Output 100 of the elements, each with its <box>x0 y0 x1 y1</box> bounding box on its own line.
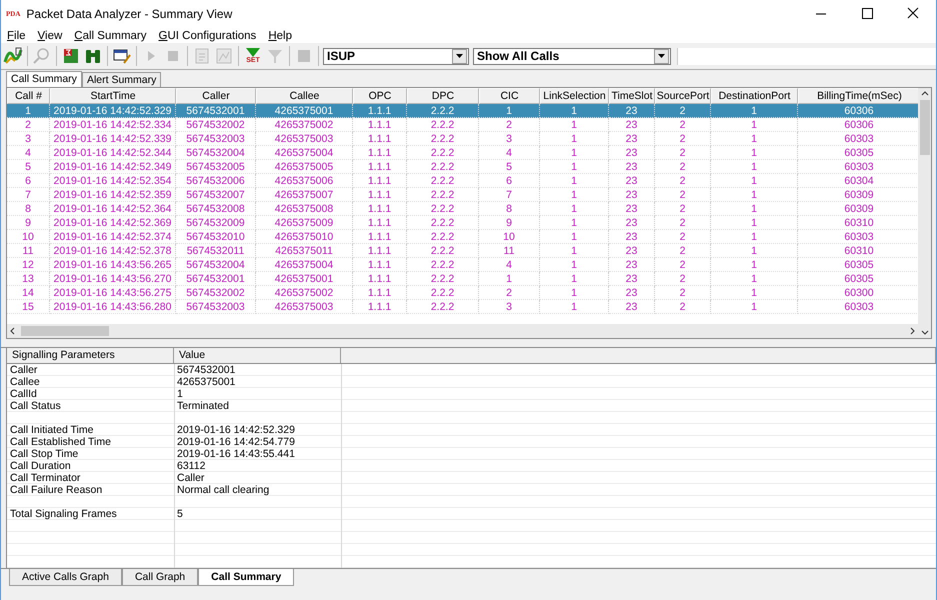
table-cell: 4265375003 <box>256 132 353 146</box>
table-cell: 1 <box>540 118 609 132</box>
tab[interactable]: Call Summary <box>198 569 294 586</box>
table-cell: 1 <box>540 188 609 202</box>
table-cell: 2019-01-16 14:42:52.329 <box>50 104 176 118</box>
parameter-name: Callee <box>10 376 40 388</box>
column-header[interactable]: TimeSlot <box>609 88 655 104</box>
parameter-name: Call Terminator <box>10 472 80 484</box>
table-cell: 5674532002 <box>176 118 256 132</box>
table-cell: 2 <box>655 244 711 258</box>
table-cell: 23 <box>609 286 655 300</box>
table-cell: 1 <box>540 300 609 314</box>
table-cell: 23 <box>609 230 655 244</box>
table-cell: 23 <box>609 216 655 230</box>
column-header[interactable]: OPC <box>353 88 407 104</box>
table-cell: 10 <box>7 230 50 244</box>
menu-item[interactable]: Call Summary <box>74 30 146 42</box>
parameter-name: CallId <box>10 388 37 400</box>
tab[interactable]: Active Calls Graph <box>9 569 122 586</box>
menu-item[interactable]: View <box>38 30 62 42</box>
table-cell: 5674532007 <box>176 188 256 202</box>
column-header[interactable]: LinkSelection <box>540 88 609 104</box>
table-cell: 2 <box>7 118 50 132</box>
menu-item[interactable]: GUI Configurations <box>158 30 256 42</box>
column-header[interactable]: Caller <box>176 88 256 104</box>
parameter-name: Call Failure Reason <box>10 484 102 496</box>
table-cell: 1 <box>711 104 798 118</box>
tab[interactable]: Call Graph <box>122 569 198 586</box>
table-cell: 1 <box>540 258 609 272</box>
column-header[interactable]: DestinationPort <box>711 88 798 104</box>
tab[interactable]: Alert Summary <box>82 72 162 87</box>
table-cell: 2.2.2 <box>407 216 479 230</box>
parameter-value: 4265375001 <box>177 376 236 388</box>
column-header[interactable]: BillingTime(mSec) <box>798 88 918 104</box>
table-cell: 5674532001 <box>176 104 256 118</box>
table-cell: 2019-01-16 14:42:52.334 <box>50 118 176 132</box>
table-cell: 1.1.1 <box>353 104 407 118</box>
table-cell: 6 <box>479 174 540 188</box>
parameter-name: Call Duration <box>10 460 71 472</box>
parameter-value: 5 <box>177 508 183 520</box>
menu-item[interactable]: File <box>7 30 26 42</box>
call-filter-dropdown[interactable]: Show All Calls <box>473 48 671 64</box>
table-cell: 2 <box>479 286 540 300</box>
table-cell: 1 <box>711 146 798 160</box>
table-cell: 2 <box>655 160 711 174</box>
table-cell: 1 <box>711 286 798 300</box>
scrollbar-thumb[interactable] <box>21 326 109 336</box>
table-cell: 1 <box>479 272 540 286</box>
column-header[interactable]: SourcePort <box>655 88 711 104</box>
parameter-value: 2019-01-16 14:43:55.441 <box>177 448 295 460</box>
table-cell: 10 <box>479 230 540 244</box>
table-cell: 1 <box>479 104 540 118</box>
table-cell: 2019-01-16 14:42:52.359 <box>50 188 176 202</box>
table-cell: 2.2.2 <box>407 202 479 216</box>
table-cell: 1 <box>711 230 798 244</box>
horizontal-scrollbar[interactable] <box>7 324 918 338</box>
table-cell: 5674532009 <box>176 216 256 230</box>
table-cell: 1.1.1 <box>353 230 407 244</box>
column-header[interactable]: Value <box>174 348 341 363</box>
table-cell: 4265375005 <box>256 160 353 174</box>
table-cell: 1.1.1 <box>353 132 407 146</box>
menu-item[interactable]: Help <box>268 30 292 42</box>
parameter-value: 2019-01-16 14:42:54.779 <box>177 436 295 448</box>
table-cell: 23 <box>609 118 655 132</box>
table-cell: 2 <box>655 174 711 188</box>
table-cell: 5674532001 <box>176 272 256 286</box>
table-cell: 2 <box>655 258 711 272</box>
table-cell: 1.1.1 <box>353 118 407 132</box>
column-header[interactable]: CIC <box>479 88 540 104</box>
table-cell: 4 <box>479 258 540 272</box>
table-cell: 5674532003 <box>176 132 256 146</box>
table-cell: 5674532006 <box>176 174 256 188</box>
table-cell: 1 <box>540 174 609 188</box>
table-cell: 4265375001 <box>256 272 353 286</box>
scrollbar-thumb[interactable] <box>920 100 930 155</box>
table-row[interactable]: 1 2019-01-16 14:42:52.329 5674532001 4265375001 1.1.1 2.2.2 1 1 23 2 1 60306 <box>7 104 918 118</box>
column-header[interactable]: DPC <box>407 88 479 104</box>
protocol-dropdown[interactable]: ISUP <box>323 48 469 64</box>
table-cell: 2 <box>655 104 711 118</box>
table-cell: 1 <box>540 244 609 258</box>
column-header[interactable]: Callee <box>256 88 353 104</box>
column-header[interactable] <box>341 348 936 363</box>
vertical-scrollbar[interactable] <box>918 88 931 338</box>
chart-icon[interactable] <box>3 46 23 66</box>
table-cell: 1 <box>540 216 609 230</box>
table-cell: 9 <box>7 216 50 230</box>
table-cell: 13 <box>7 272 50 286</box>
table-cell: 2019-01-16 14:42:52.354 <box>50 174 176 188</box>
tab[interactable]: Call Summary <box>6 71 82 87</box>
table-cell: 2.2.2 <box>407 160 479 174</box>
table-cell: 2 <box>655 132 711 146</box>
table-cell: 23 <box>609 146 655 160</box>
column-header[interactable]: StartTime <box>50 88 176 104</box>
table-cell: 8 <box>7 202 50 216</box>
sum-table-icon[interactable] <box>61 46 81 66</box>
column-header[interactable]: Signalling Parameters <box>7 348 174 363</box>
table-cell: 2.2.2 <box>407 230 479 244</box>
table-cell: 4 <box>7 146 50 160</box>
column-header[interactable]: Call # <box>7 88 50 104</box>
table-cell: 2 <box>655 188 711 202</box>
